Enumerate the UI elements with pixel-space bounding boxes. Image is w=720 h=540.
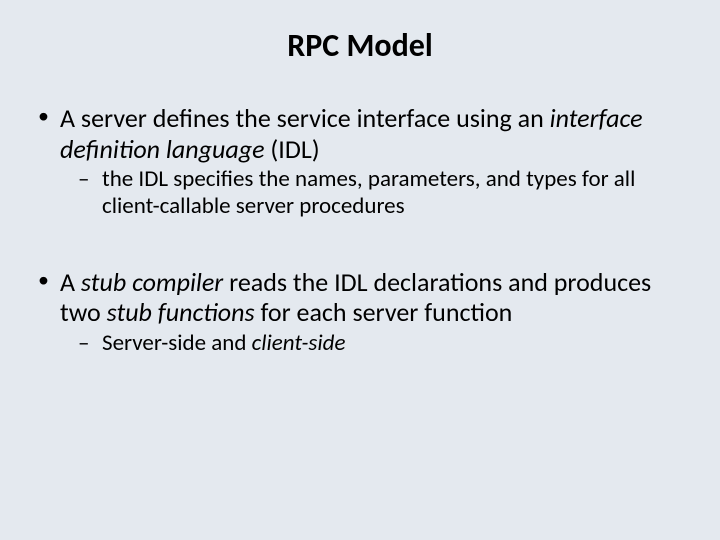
- bullet-2-sub-1: Server-side and client-side: [78, 330, 684, 357]
- bullet-2-text-em1: stub compiler: [81, 266, 223, 298]
- bullet-2-sub-1-mid: and: [206, 329, 252, 357]
- bullet-1-sub-1-text: the IDL specifies the names, parameters,…: [102, 165, 635, 220]
- slide: RPC Model A server defines the service i…: [0, 0, 720, 540]
- bullet-1-sub-1: the IDL specifies the names, parameters,…: [78, 166, 684, 220]
- bullet-1-sublist: the IDL specifies the names, parameters,…: [60, 166, 684, 220]
- bullet-list: A server defines the service interface u…: [36, 103, 684, 221]
- bullet-1-text-pre: A server defines the service interface u…: [60, 102, 550, 134]
- bullet-2-sub-1-pre: Server-side: [102, 329, 206, 357]
- bullet-1-text-post: (IDL): [265, 133, 320, 165]
- bullet-2-text-em2: stub functions: [107, 296, 255, 328]
- bullet-2-sublist: Server-side and client-side: [60, 330, 684, 357]
- bullet-2: A stub compiler reads the IDL declaratio…: [36, 267, 684, 357]
- spacer: [36, 231, 684, 267]
- bullet-1: A server defines the service interface u…: [36, 103, 684, 221]
- bullet-2-text-pre: A: [60, 266, 81, 298]
- bullet-list-2: A stub compiler reads the IDL declaratio…: [36, 267, 684, 357]
- bullet-2-sub-1-em: client-side: [252, 329, 346, 357]
- slide-title: RPC Model: [36, 26, 684, 65]
- bullet-2-text-post: for each server function: [255, 296, 513, 328]
